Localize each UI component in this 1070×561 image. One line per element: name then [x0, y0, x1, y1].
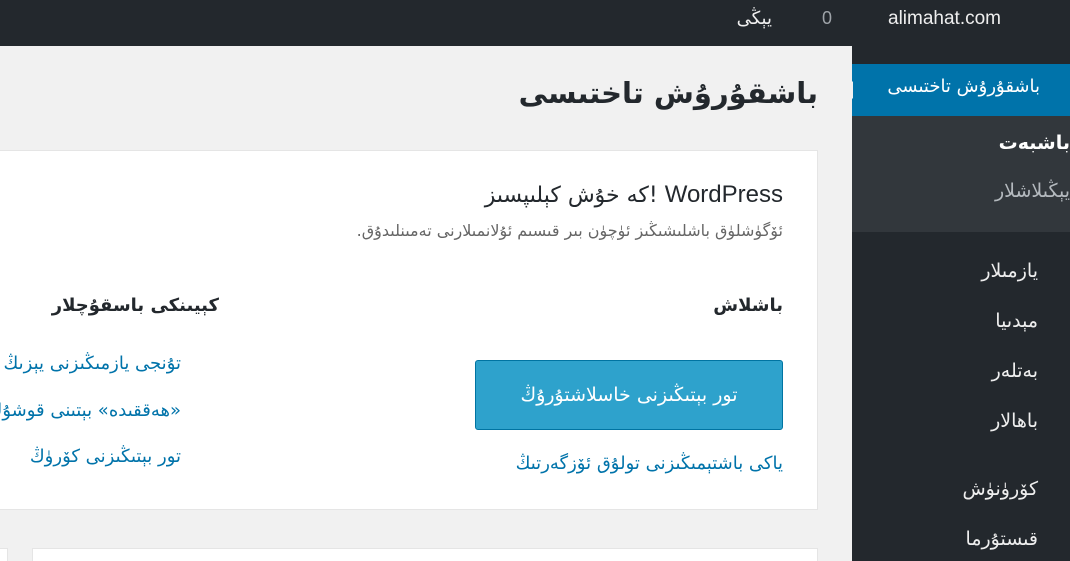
sidebar-item-appearance[interactable]: كۆرۈنۈش [962, 478, 1038, 500]
submenu-item-updates[interactable]: يېڭىلاشلار [995, 180, 1070, 202]
admin-bar: alimahat.com 0 يېڭى [0, 0, 1070, 46]
admin-sidebar: باشقۇرۇش تاختىسى باشبەت يېڭىلاشلار يازمى… [844, 46, 1070, 561]
customize-site-button[interactable]: تور بېتىڭىزنى خاسلاشتۇرۇڭ [475, 360, 783, 430]
sidebar-item-plugins[interactable]: قىستۇرما [966, 528, 1038, 550]
submenu-item-home[interactable]: باشبەت [999, 132, 1070, 154]
get-started-heading: باشلاش [713, 295, 783, 316]
write-first-post-link[interactable]: تۇنجى يازمىڭىزنى يېزىڭ [3, 353, 181, 374]
comment-count[interactable]: 0 [822, 8, 832, 29]
sidebar-item-pages[interactable]: بەتلەر [992, 360, 1038, 382]
current-menu-arrow [844, 81, 853, 99]
welcome-title-brand: WordPress [664, 181, 783, 208]
dashboard-submenu: باشبەت يېڭىلاشلار [852, 116, 1070, 232]
page-title: باشقۇرۇش تاختىسى [518, 76, 818, 110]
site-name-link[interactable]: alimahat.com [888, 8, 1001, 30]
view-site-link[interactable]: تور بېتىڭىزنى كۆرۈڭ [30, 446, 181, 467]
welcome-title-text: كە خۇش كېلىپسىز! [484, 183, 658, 208]
next-steps-heading: كېيىنكى باسقۇچلار [51, 295, 219, 316]
welcome-about: ئۆگۈشلۈق باشلىشىڭىز ئۈچۈن بىر قىسىم ئۇلا… [356, 221, 783, 240]
add-about-page-link[interactable]: «ھەققىدە» بېتىنى قوشۇڭ [0, 400, 181, 421]
sidebar-item-dashboard[interactable]: باشقۇرۇش تاختىسى [844, 64, 1070, 116]
new-content-menu[interactable]: يېڭى [737, 8, 772, 29]
sidebar-item-posts[interactable]: يازمىلار [981, 260, 1038, 282]
dashboard-widget-box [32, 548, 818, 561]
sidebar-item-label: باشقۇرۇش تاختىسى [887, 76, 1040, 97]
sidebar-item-comments[interactable]: باھالار [991, 410, 1038, 432]
dashboard-widget-box [0, 548, 8, 561]
change-theme-link[interactable]: ياكى باشتېمىڭىزنى تولۇق ئۆزگەرتىڭ [516, 453, 783, 474]
welcome-panel: كە خۇش كېلىپسىز! WordPress ئۆگۈشلۈق باشل… [0, 150, 818, 510]
welcome-title: كە خۇش كېلىپسىز! WordPress [485, 181, 783, 209]
sidebar-item-media[interactable]: مېدىيا [995, 310, 1038, 332]
